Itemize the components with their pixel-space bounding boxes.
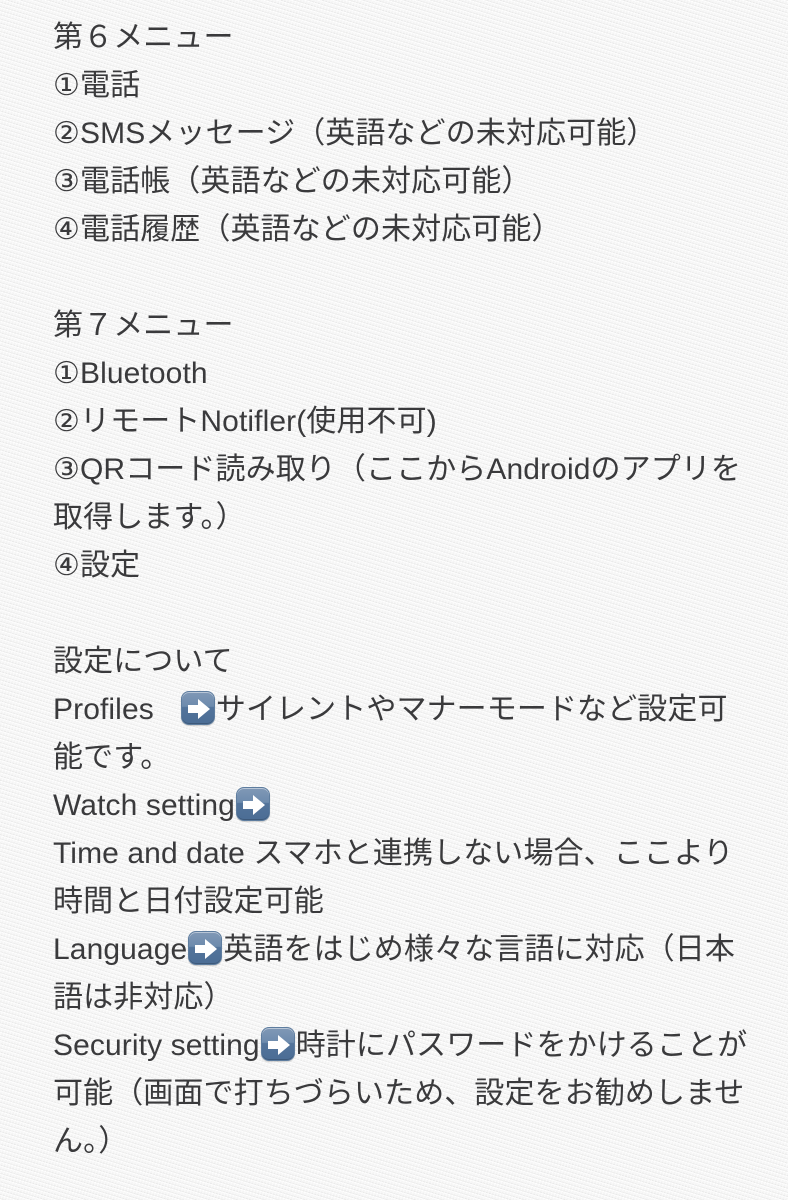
document-text-content: 第６メニュー ①電話 ②SMSメッセージ（英語などの未対応可能） ③電話帳（英語… bbox=[53, 14, 757, 1166]
right-arrow-emoji bbox=[235, 787, 270, 821]
setting-entry-watch-setting: Watch setting bbox=[53, 782, 757, 830]
right-arrow-emoji bbox=[188, 931, 223, 965]
setting-entry-security-setting: Security setting 時計にパスワードをかけることが可能（画面で打ちづ… bbox=[53, 1022, 757, 1166]
menu-7-item-1: ①Bluetooth bbox=[53, 357, 208, 390]
menu-7-item-4: ④設定 bbox=[53, 549, 141, 582]
setting-label-time-and-date: Time and date bbox=[53, 837, 254, 870]
menu-6-item-1: ①電話 bbox=[53, 69, 141, 102]
section-heading-settings: 設定について bbox=[53, 645, 233, 678]
right-arrow-emoji bbox=[180, 691, 215, 725]
document-page: 第６メニュー ①電話 ②SMSメッセージ（英語などの未対応可能） ③電話帳（英語… bbox=[0, 0, 788, 1200]
menu-6-item-4: ④電話履歴（英語などの未対応可能） bbox=[53, 213, 562, 246]
setting-label-profiles: Profiles bbox=[53, 693, 154, 726]
section-heading-menu-6: 第６メニュー bbox=[53, 21, 234, 54]
section-spacer-1 bbox=[53, 254, 757, 302]
setting-entry-time-and-date: Time and date スマホと連携しない場合、ここより時間と日付設定可能 bbox=[53, 830, 757, 926]
section-spacer-2 bbox=[53, 590, 757, 638]
setting-label-language: Language bbox=[53, 933, 188, 966]
menu-6-item-3: ③電話帳（英語などの未対応可能） bbox=[53, 165, 532, 198]
setting-entry-profiles: Profiles サイレントやマナーモードなど設定可能です。 bbox=[53, 686, 757, 782]
menu-7-item-2: ②リモートNotifler(使用不可) bbox=[53, 405, 437, 438]
menu-7-item-3: ③QRコード読み取り（ここからAndroidのアプリを取得します。） bbox=[53, 453, 741, 534]
right-arrow-emoji bbox=[260, 1027, 295, 1061]
section-heading-menu-7: 第７メニュー bbox=[53, 309, 234, 342]
setting-description-profiles: サイレントやマナーモードなど設定可能です。 bbox=[53, 693, 728, 774]
setting-entry-language: Language 英語をはじめ様々な言語に対応（日本語は非対応） bbox=[53, 926, 757, 1022]
menu-6-item-2: ②SMSメッセージ（英語などの未対応可能） bbox=[53, 117, 657, 150]
setting-label-watch-setting: Watch setting bbox=[53, 789, 235, 822]
setting-label-security-setting: Security setting bbox=[53, 1029, 260, 1062]
